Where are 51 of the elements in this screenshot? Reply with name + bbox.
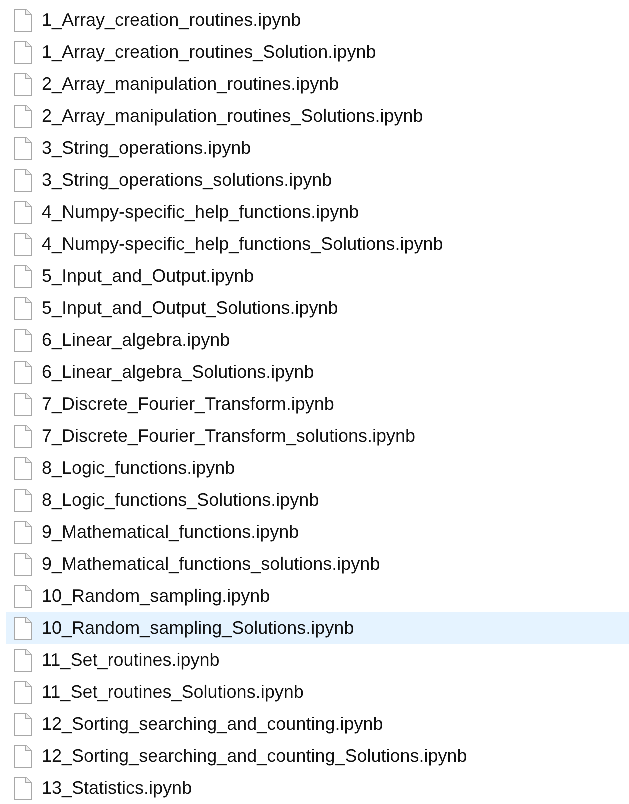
file-icon xyxy=(14,488,32,512)
file-name: 4_Numpy-specific_help_functions.ipynb xyxy=(42,200,360,224)
file-name: 6_Linear_algebra.ipynb xyxy=(42,328,230,352)
file-icon xyxy=(14,296,32,320)
file-name: 3_String_operations.ipynb xyxy=(42,136,252,160)
file-icon xyxy=(14,104,32,128)
file-row[interactable]: 10_Random_sampling_Solutions.ipynb xyxy=(6,612,629,644)
file-name: 10_Random_sampling_Solutions.ipynb xyxy=(42,616,354,640)
file-icon xyxy=(14,168,32,192)
file-icon xyxy=(14,264,32,288)
file-name: 10_Random_sampling.ipynb xyxy=(42,584,270,608)
file-icon xyxy=(14,328,32,352)
file-name: 11_Set_routines_Solutions.ipynb xyxy=(42,680,304,704)
file-icon xyxy=(14,680,32,704)
file-name: 8_Logic_functions.ipynb xyxy=(42,456,236,480)
file-name: 4_Numpy-specific_help_functions_Solutions.ipynb xyxy=(42,232,444,256)
file-icon xyxy=(14,392,32,416)
file-icon xyxy=(14,40,32,64)
file-icon xyxy=(14,520,32,544)
file-icon xyxy=(14,136,32,160)
file-icon xyxy=(14,648,32,672)
file-name: 12_Sorting_searching_and_counting.ipynb xyxy=(42,712,384,736)
file-icon xyxy=(14,360,32,384)
file-icon xyxy=(14,552,32,576)
file-icon xyxy=(14,744,32,768)
file-name: 1_Array_creation_routines.ipynb xyxy=(42,8,302,32)
file-name: 12_Sorting_searching_and_counting_Solutions.ipynb xyxy=(42,744,468,768)
file-icon xyxy=(14,72,32,96)
file-name: 5_Input_and_Output_Solutions.ipynb xyxy=(42,296,338,320)
file-name: 2_Array_manipulation_routines_Solutions.ipynb xyxy=(42,104,424,128)
file-icon xyxy=(14,8,32,32)
file-icon xyxy=(14,232,32,256)
file-icon xyxy=(14,200,32,224)
file-icon xyxy=(14,424,32,448)
file-icon xyxy=(14,776,32,800)
file-icon xyxy=(14,584,32,608)
file-name: 9_Mathematical_functions.ipynb xyxy=(42,520,300,544)
file-name: 9_Mathematical_functions_solutions.ipynb xyxy=(42,552,380,576)
file-name: 8_Logic_functions_Solutions.ipynb xyxy=(42,488,320,512)
file-name: 11_Set_routines.ipynb xyxy=(42,648,220,672)
file-name: 7_Discrete_Fourier_Transform.ipynb xyxy=(42,392,334,416)
file-name: 7_Discrete_Fourier_Transform_solutions.ipynb xyxy=(42,424,416,448)
file-name: 3_String_operations_solutions.ipynb xyxy=(42,168,332,192)
file-name: 6_Linear_algebra_Solutions.ipynb xyxy=(42,360,314,384)
file-name: 5_Input_and_Output.ipynb xyxy=(42,264,254,288)
file-name: 2_Array_manipulation_routines.ipynb xyxy=(42,72,340,96)
file-icon xyxy=(14,712,32,736)
file-icon xyxy=(14,616,32,640)
file-name: 13_Statistics.ipynb xyxy=(42,776,192,800)
file-name: 1_Array_creation_routines_Solution.ipynb xyxy=(42,40,376,64)
file-icon xyxy=(14,456,32,480)
